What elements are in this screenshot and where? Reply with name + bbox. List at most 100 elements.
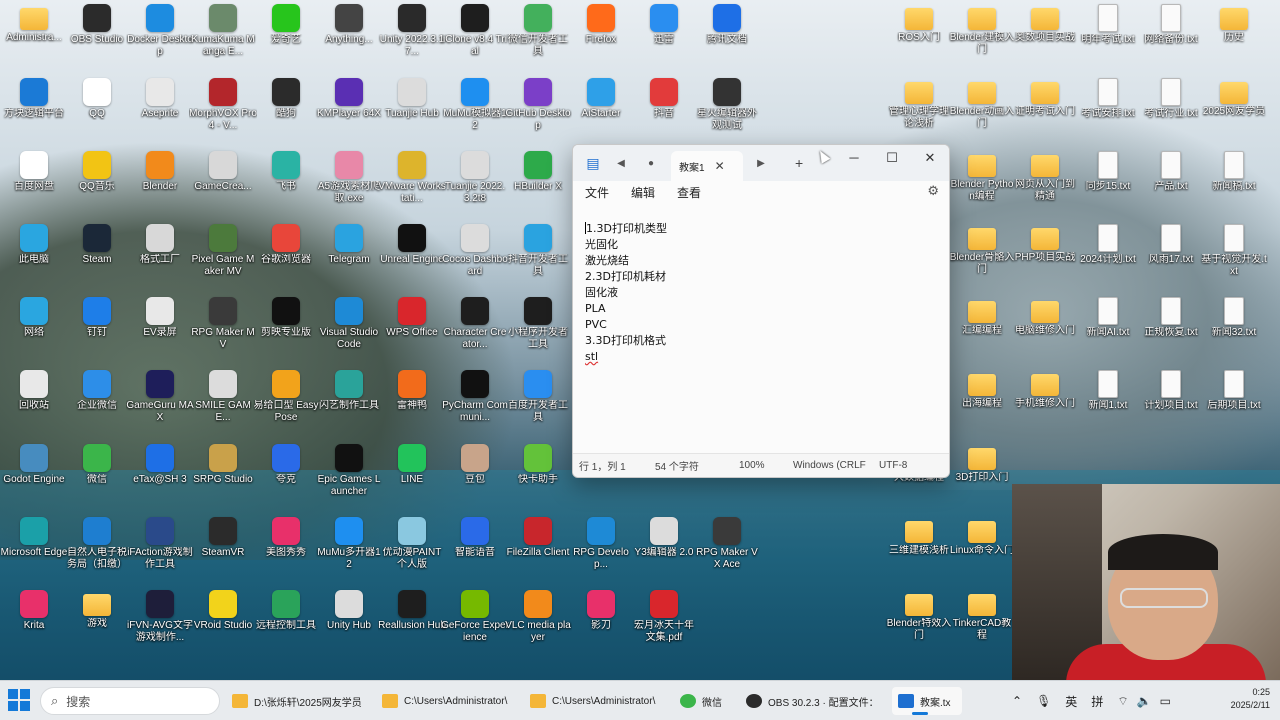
settings-gear-icon[interactable]: ⚙ [927, 183, 939, 199]
desktop-icon[interactable]: 飞书 [252, 151, 320, 221]
desktop-icon[interactable]: 证明考试入门 [1011, 78, 1079, 148]
desktop-icon[interactable]: MorphVOX Pro 4 - V... [189, 78, 257, 148]
desktop-icon[interactable]: 智能语音 [441, 517, 509, 587]
desktop-icon[interactable]: 微信开发者工具 [504, 4, 572, 74]
desktop-icon[interactable]: Microsoft Edge [0, 517, 68, 587]
desktop-icon[interactable]: Blender动画入门 [948, 78, 1016, 148]
desktop-icon[interactable]: PyCharm Communi... [441, 370, 509, 440]
tab-document[interactable]: 教案1 ✕ [671, 151, 743, 181]
desktop-icon[interactable]: 抖音开发者工具 [504, 224, 572, 294]
ime-language[interactable]: 英 [1065, 693, 1077, 710]
desktop-icon[interactable]: Tuanjie Hub [378, 78, 446, 148]
desktop-icon[interactable]: 钉钉 [63, 297, 131, 367]
desktop-icon[interactable]: 格式工厂 [126, 224, 194, 294]
menu-view[interactable]: 查看 [677, 184, 701, 201]
notepad-titlebar[interactable]: ▤ ◀ ● 教案1 ✕ ▶ + ─ ☐ ✕ [573, 145, 949, 181]
desktop-icon[interactable]: 雷神鸭 [378, 370, 446, 440]
wifi-icon[interactable]: ⌔ [1117, 694, 1128, 709]
menu-file[interactable]: 文件 [585, 184, 609, 201]
desktop-icon[interactable]: 同步15.txt [1074, 151, 1142, 221]
status-line-ending[interactable]: Windows (CRLF [793, 460, 866, 471]
desktop-icon[interactable]: QQ音乐 [63, 151, 131, 221]
desktop-icon[interactable]: 豆包 [441, 444, 509, 514]
desktop-icon[interactable]: TinkerCAD教程 [948, 590, 1016, 660]
desktop-icon[interactable]: 2025网友学员 [1200, 78, 1268, 148]
desktop-icon[interactable]: Krita [0, 590, 68, 660]
desktop-icon[interactable]: Reallusion Hub [378, 590, 446, 660]
desktop-icon[interactable]: 2024计划.txt [1074, 224, 1142, 294]
desktop-icon[interactable]: eTax@SH 3 [126, 444, 194, 514]
desktop-icon[interactable]: 计划项目.txt [1137, 370, 1205, 440]
desktop-icon[interactable]: LINE [378, 444, 446, 514]
desktop-icon[interactable]: 百度开发者工具 [504, 370, 572, 440]
desktop-icon[interactable]: 新闻32.txt [1200, 297, 1268, 367]
tab-scroll-right-icon[interactable]: ▶ [749, 158, 773, 169]
desktop-icon[interactable]: Blender Python编程 [948, 151, 1016, 221]
taskbar-item-folder-1[interactable]: D:\张烁轩\2025网友学员 [232, 687, 372, 715]
desktop-icon[interactable]: 管理心理学理论浅析 [885, 78, 953, 148]
tab-scroll-left-icon[interactable]: ◀ [609, 158, 633, 169]
desktop-icon[interactable]: Unity Hub [315, 590, 383, 660]
desktop-icon[interactable]: 微信 [63, 444, 131, 514]
desktop-icon[interactable]: WPS Office [378, 297, 446, 367]
new-tab-icon[interactable]: + [795, 155, 803, 171]
desktop-icon[interactable]: AiStarter [567, 78, 635, 148]
ime-mode[interactable]: 拼 [1091, 693, 1103, 710]
desktop-icon[interactable]: 考试行业.txt [1137, 78, 1205, 148]
desktop-icon[interactable]: Blender特效入门 [885, 590, 953, 660]
minimize-button[interactable]: ─ [835, 145, 873, 171]
taskbar-clock[interactable]: 0:25 2025/2/11 [1231, 686, 1270, 712]
desktop-icon[interactable]: 历史 [1200, 4, 1268, 74]
desktop-icon[interactable]: Godot Engine [0, 444, 68, 514]
desktop-icon[interactable]: 明年考试.txt [1074, 4, 1142, 74]
microphone-icon[interactable]: 🎙 [1036, 694, 1051, 708]
desktop-icon[interactable]: VRoid Studio [189, 590, 257, 660]
desktop-icon[interactable]: 产品.txt [1137, 151, 1205, 221]
menu-edit[interactable]: 编辑 [631, 184, 655, 201]
desktop-icon[interactable]: KMPlayer 64X [315, 78, 383, 148]
desktop-icon[interactable]: KumaKuma Manga E... [189, 4, 257, 74]
desktop-icon[interactable]: 网络 [0, 297, 68, 367]
maximize-button[interactable]: ☐ [873, 145, 911, 171]
desktop-icon[interactable]: 汇编编程 [948, 297, 1016, 367]
desktop-icon[interactable]: OBS Studio [63, 4, 131, 74]
desktop-icon[interactable]: Firefox [567, 4, 635, 74]
desktop-icon[interactable]: HBuilder X [504, 151, 572, 221]
desktop-icon[interactable]: QQ [63, 78, 131, 148]
desktop-icon[interactable]: Tuanjie 2022.3.2t8 [441, 151, 509, 221]
desktop-icon[interactable]: VLC media player [504, 590, 572, 660]
desktop-icon[interactable]: 游戏 [63, 590, 131, 660]
desktop-icon[interactable]: 美图秀秀 [252, 517, 320, 587]
tab-close-icon[interactable]: ✕ [715, 159, 725, 173]
desktop-icon[interactable]: 酷狗 [252, 78, 320, 148]
notepad-window[interactable]: ▤ ◀ ● 教案1 ✕ ▶ + ─ ☐ ✕ 文件 编辑 查看 ⚙ 1.3D打印机… [572, 144, 950, 478]
desktop-icon[interactable]: Unreal Engine [378, 224, 446, 294]
desktop-icon[interactable]: 夸克 [252, 444, 320, 514]
notepad-text-area[interactable]: 1.3D打印机类型 光固化 激光烧结 2.3D打印机耗材 固化液 PLA PVC… [573, 215, 949, 455]
desktop-icon[interactable]: RPG Develop... [567, 517, 635, 587]
desktop-icon[interactable]: Linux命令入门 [948, 517, 1016, 587]
status-encoding[interactable]: UTF-8 [879, 460, 907, 471]
desktop-icon[interactable]: Telegram [315, 224, 383, 294]
desktop-icon[interactable]: Unity 2022.3.17... [378, 4, 446, 74]
desktop-icon[interactable]: 易给口型 Easy Pose [252, 370, 320, 440]
desktop-icon[interactable]: 宏月冰天十年文集.pdf [630, 590, 698, 660]
desktop-icon[interactable]: 闪艺制作工具 [315, 370, 383, 440]
desktop-icon[interactable]: SteamVR [189, 517, 257, 587]
desktop-icon[interactable]: SRPG Studio [189, 444, 257, 514]
desktop-icon[interactable]: 快卡助手 [504, 444, 572, 514]
desktop-icon[interactable]: 远程控制工具 [252, 590, 320, 660]
desktop-icon[interactable]: VMware Workstati... [378, 151, 446, 221]
desktop-icon[interactable]: GitHub Desktop [504, 78, 572, 148]
desktop-icon[interactable]: A5游戏素材爬取.exe [315, 151, 383, 221]
desktop-icon[interactable]: 新闻AI.txt [1074, 297, 1142, 367]
desktop-icon[interactable]: 企业微信 [63, 370, 131, 440]
desktop-icon[interactable]: Epic Games Launcher [315, 444, 383, 514]
desktop-icon[interactable]: EV录屏 [126, 297, 194, 367]
volume-icon[interactable]: 🔈 [1137, 694, 1152, 708]
desktop-icon[interactable]: ROS入门 [885, 4, 953, 74]
desktop-icon[interactable]: GameGuru MAX [126, 370, 194, 440]
desktop-icon[interactable]: Aseprite [126, 78, 194, 148]
desktop-icon[interactable]: Docker Desktop [126, 4, 194, 74]
desktop-icon[interactable]: Y3编辑器 2.0 [630, 517, 698, 587]
